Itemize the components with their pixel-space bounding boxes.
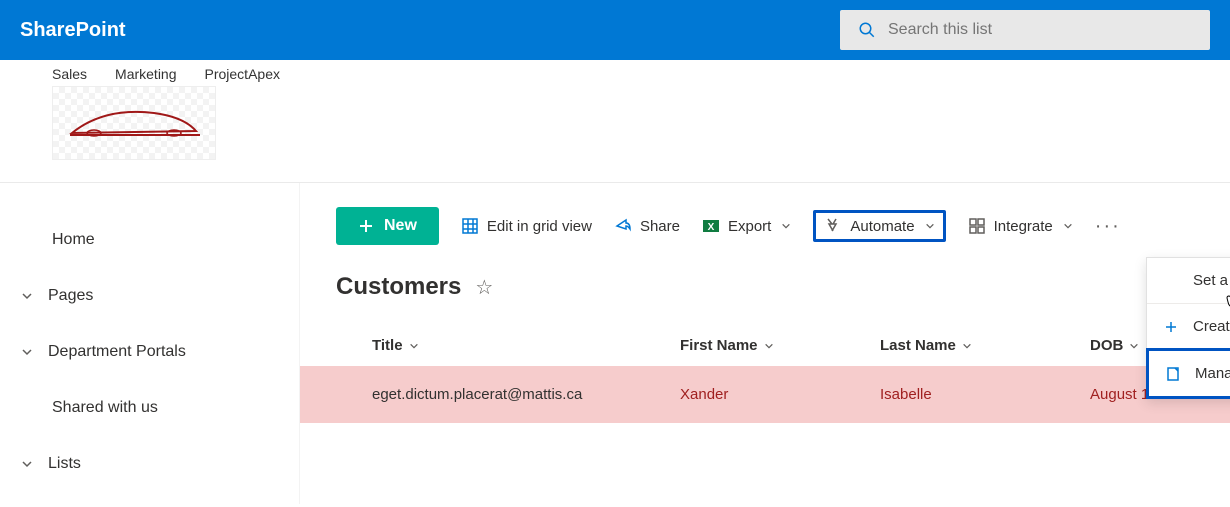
automate-dropdown: Set a reminder Create a rule Manage rule… [1146, 257, 1230, 399]
cell-first-name: Xander [680, 386, 880, 403]
nav-lists-label: Lists [48, 455, 81, 473]
new-button[interactable]: New [336, 207, 439, 245]
edit-in-grid-button[interactable]: Edit in grid view [461, 217, 592, 235]
menu-manage-rules[interactable]: Manage rules [1146, 348, 1230, 399]
menu-reminder-label: Set a reminder [1193, 272, 1230, 289]
nav-shared-label: Shared with us [52, 399, 158, 417]
share-button[interactable]: Share [614, 217, 680, 235]
automate-button[interactable]: Automate [813, 210, 945, 242]
site-logo[interactable] [52, 86, 216, 160]
breadcrumb: Sales Marketing ProjectApex [0, 60, 1230, 82]
nav-shared-with-us[interactable]: Shared with us [20, 387, 299, 429]
chevron-down-icon [1063, 221, 1073, 231]
breadcrumb-marketing[interactable]: Marketing [115, 66, 176, 82]
search-icon [858, 21, 876, 39]
menu-create-rule[interactable]: Create a rule [1147, 304, 1230, 349]
content-area: New Edit in grid view Share X Export Aut… [300, 183, 1230, 504]
left-nav: Home Pages Department Portals Shared wit… [0, 183, 300, 504]
chevron-down-icon [1129, 341, 1139, 351]
column-first-name[interactable]: First Name [680, 337, 880, 354]
list-title: Customers [336, 273, 461, 301]
grid-icon [461, 217, 479, 235]
site-logo-area [0, 82, 1230, 174]
column-title[interactable]: Title [300, 337, 680, 354]
favorite-star-icon[interactable]: ☆ [475, 275, 493, 300]
excel-icon: X [702, 217, 720, 235]
suite-header: SharePoint [0, 0, 1230, 60]
chevron-down-icon [20, 458, 34, 470]
menu-set-reminder[interactable]: Set a reminder [1147, 258, 1230, 303]
nav-pages[interactable]: Pages [20, 275, 299, 317]
cell-title: eget.dictum.placerat@mattis.ca [300, 386, 680, 403]
menu-create-label: Create a rule [1193, 318, 1230, 335]
table-row[interactable]: eget.dictum.placerat@mattis.ca Xander Is… [300, 366, 1230, 423]
share-label: Share [640, 218, 680, 235]
integrate-icon [968, 217, 986, 235]
edit-label: Edit in grid view [487, 218, 592, 235]
table-header-row: Title First Name Last Name DOB [300, 325, 1230, 366]
automate-label: Automate [850, 218, 914, 235]
breadcrumb-projectapex[interactable]: ProjectApex [205, 66, 280, 82]
cell-last-name: Isabelle [880, 386, 1090, 403]
search-box[interactable] [840, 10, 1210, 50]
export-label: Export [728, 218, 771, 235]
more-button[interactable]: ··· [1095, 215, 1121, 238]
flow-icon [824, 217, 842, 235]
menu-manage-label: Manage rules [1195, 365, 1230, 382]
nav-dept-label: Department Portals [48, 343, 186, 361]
integrate-button[interactable]: Integrate [968, 217, 1073, 235]
chevron-down-icon [962, 341, 972, 351]
chevron-down-icon [925, 221, 935, 231]
plus-icon [358, 218, 374, 234]
chevron-down-icon [781, 221, 791, 231]
plus-icon [1163, 319, 1179, 335]
column-last-name[interactable]: Last Name [880, 337, 1090, 354]
nav-home-label: Home [52, 231, 95, 249]
chevron-down-icon [20, 346, 34, 358]
nav-lists[interactable]: Lists [20, 443, 299, 485]
nav-department-portals[interactable]: Department Portals [20, 331, 299, 373]
svg-text:X: X [708, 222, 715, 233]
search-input[interactable] [888, 21, 1192, 39]
chevron-down-icon [764, 341, 774, 351]
nav-home[interactable]: Home [20, 219, 299, 261]
share-icon [614, 217, 632, 235]
breadcrumb-sales[interactable]: Sales [52, 66, 87, 82]
chevron-down-icon [20, 290, 34, 302]
nav-pages-label: Pages [48, 287, 93, 305]
export-button[interactable]: X Export [702, 217, 791, 235]
new-label: New [384, 217, 417, 235]
note-icon [1165, 366, 1181, 382]
command-bar: New Edit in grid view Share X Export Aut… [300, 183, 1230, 267]
chevron-down-icon [409, 341, 419, 351]
brand[interactable]: SharePoint [20, 19, 840, 42]
list-header: Customers ☆ [300, 267, 1230, 325]
integrate-label: Integrate [994, 218, 1053, 235]
list-table: Title First Name Last Name DOB eget.dict… [300, 325, 1230, 423]
